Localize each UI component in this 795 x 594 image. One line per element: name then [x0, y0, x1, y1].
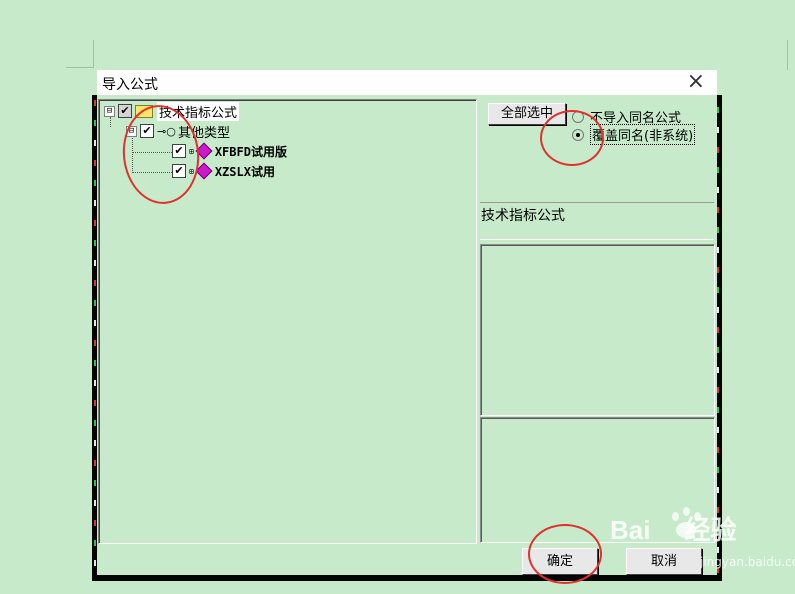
formula-name-area: 技术指标公式: [480, 202, 714, 240]
cancel-button[interactable]: 取消: [626, 548, 702, 575]
terminal-tick: [94, 240, 96, 246]
terminal-tick: [717, 367, 719, 373]
terminal-tick: [94, 540, 96, 546]
terminal-tick: [94, 200, 96, 206]
terminal-tick: [717, 447, 719, 453]
terminal-tick: [94, 120, 96, 126]
watermark-brand: Bai: [610, 515, 651, 545]
terminal-tick: [717, 267, 719, 273]
tree-node-label: XZSLX试用: [214, 164, 275, 179]
terminal-tick: [94, 160, 96, 166]
terminal-tick: [94, 300, 96, 306]
formula-description-box[interactable]: [480, 244, 715, 416]
terminal-tick: [94, 560, 96, 566]
watermark-brand-cn: 经验: [684, 515, 737, 545]
tree-node-label: XFBFD试用版: [214, 144, 287, 159]
terminal-tick: [94, 520, 96, 526]
terminal-tick: [717, 147, 719, 153]
collapse-toggle[interactable]: ⊟: [104, 105, 115, 117]
terminal-tick: [94, 460, 96, 466]
terminal-tick: [717, 127, 719, 133]
radio-label: 覆盖同名(非系统): [590, 124, 696, 145]
watermark-domain: jingyan.baidu.com: [700, 555, 795, 569]
terminal-tick: [717, 387, 719, 393]
terminal-tick: [717, 547, 719, 553]
page-corner-mark: [787, 40, 788, 70]
terminal-tick: [94, 380, 96, 386]
terminal-tick: [717, 347, 719, 353]
terminal-tick: [94, 360, 96, 366]
terminal-tick: [717, 487, 719, 493]
terminal-tick: [94, 220, 96, 226]
terminal-tick: [94, 340, 96, 346]
terminal-tick: [717, 187, 719, 193]
formula-name: 技术指标公式: [481, 208, 565, 224]
dialog-title: 导入公式: [102, 77, 158, 93]
terminal-tick: [94, 440, 96, 446]
terminal-tick: [94, 500, 96, 506]
terminal-tick: [94, 140, 96, 146]
close-icon[interactable]: ×: [687, 70, 705, 94]
page-corner-mark: [66, 67, 94, 68]
terminal-tick: [717, 227, 719, 233]
dialog-titlebar: 导入公式 ×: [97, 70, 717, 95]
terminal-tick: [94, 100, 96, 106]
terminal-tick: [717, 427, 719, 433]
terminal-tick: [94, 480, 96, 486]
terminal-tick: [717, 247, 719, 253]
terminal-tick: [717, 407, 719, 413]
root-checkbox[interactable]: ✔: [118, 104, 132, 118]
terminal-tick: [717, 287, 719, 293]
terminal-tick: [717, 307, 719, 313]
page-corner-mark: [93, 40, 94, 68]
terminal-tick: [94, 180, 96, 186]
terminal-tick: [717, 467, 719, 473]
annotation-circle: [528, 524, 602, 584]
terminal-tick: [717, 327, 719, 333]
terminal-tick: [94, 280, 96, 286]
terminal-tick: [717, 167, 719, 173]
terminal-tick: [94, 320, 96, 326]
annotation-circle: [540, 110, 604, 166]
terminal-tick: [94, 420, 96, 426]
watermark-logo: Bai 经验: [610, 510, 736, 547]
terminal-tick: [717, 107, 719, 113]
terminal-tick: [94, 260, 96, 266]
background-terminal-strip: [92, 575, 722, 581]
terminal-tick: [717, 207, 719, 213]
terminal-tick: [94, 400, 96, 406]
